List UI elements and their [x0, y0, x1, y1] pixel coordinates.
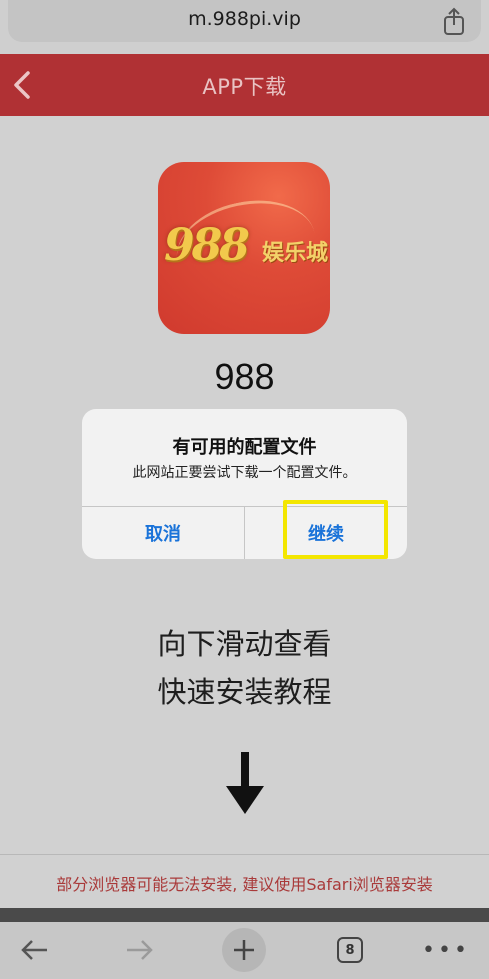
plus-icon [234, 940, 254, 960]
tabs-button[interactable]: 8 [330, 930, 370, 970]
footer-note: 部分浏览器可能无法安装, 建议使用Safari浏览器安装 [56, 875, 433, 894]
bottom-strip [0, 908, 489, 922]
app-name: 988 [214, 356, 275, 397]
highlight-box [283, 500, 388, 559]
screen: m.988pi.vip APP下载 988 娱乐城 988 向下滑动查看 快速安… [0, 0, 489, 979]
logo-number: 988 [164, 220, 250, 271]
more-button[interactable]: ••• [422, 930, 468, 970]
logo-text: 娱乐城 [262, 241, 329, 266]
app-header: APP下载 [0, 54, 489, 116]
new-tab-button[interactable] [222, 928, 266, 972]
back-button[interactable] [14, 930, 54, 970]
footer-divider [0, 854, 489, 855]
alert-title: 有可用的配置文件 [172, 437, 317, 458]
scroll-hint-line2: 快速安装教程 [157, 675, 332, 709]
share-icon[interactable] [440, 6, 468, 36]
scroll-hint-line1: 向下滑动查看 [157, 627, 332, 661]
back-arrow-icon [21, 940, 47, 960]
forward-arrow-icon [127, 940, 153, 960]
cancel-button[interactable]: 取消 [82, 507, 244, 559]
app-logo: 988 娱乐城 [158, 162, 330, 334]
forward-button[interactable] [120, 930, 160, 970]
page-title: APP下载 [202, 75, 287, 99]
alert-message: 此网站正要尝试下载一个配置文件。 [132, 465, 357, 481]
url-text[interactable]: m.988pi.vip [0, 8, 489, 30]
address-bar: m.988pi.vip [0, 0, 489, 54]
tabs-icon: 8 [337, 937, 363, 963]
scroll-hint: 向下滑动查看 快速安装教程 [0, 620, 489, 716]
browser-toolbar: 8 ••• [0, 922, 489, 979]
arrow-down-icon [226, 752, 264, 814]
